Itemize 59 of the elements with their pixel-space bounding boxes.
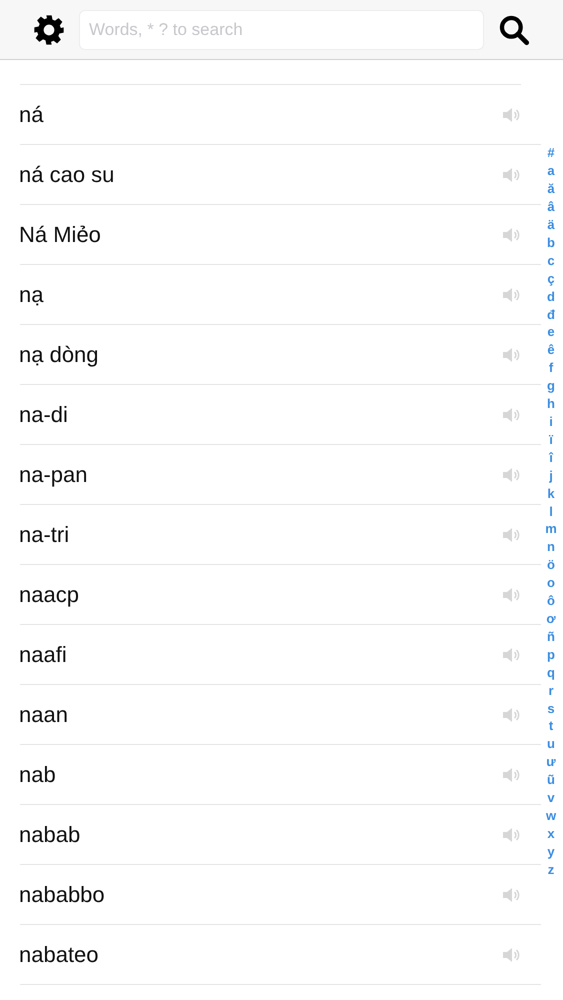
index-letter[interactable]: đ — [547, 306, 555, 324]
index-letter[interactable]: s — [547, 700, 555, 718]
index-letter[interactable]: ơ — [546, 610, 556, 628]
index-letter[interactable]: v — [547, 789, 555, 807]
word-entry[interactable]: nababbo — [19, 882, 105, 908]
word-entry[interactable]: ná cao su — [19, 162, 114, 188]
index-letter[interactable]: î — [549, 448, 553, 467]
index-letter[interactable]: z — [548, 860, 554, 879]
index-letter[interactable]: c — [547, 252, 555, 270]
index-letter[interactable]: ä — [547, 216, 555, 234]
word-entry[interactable]: na-di — [19, 402, 68, 428]
index-letter[interactable]: r — [548, 682, 554, 700]
index-letter[interactable]: y — [547, 842, 555, 861]
index-letter[interactable]: ũ — [547, 771, 555, 790]
settings-icon[interactable] — [33, 14, 65, 46]
index-letter[interactable]: ă — [547, 180, 555, 198]
word-entry[interactable]: ná — [19, 102, 44, 128]
index-letter[interactable]: i — [549, 413, 553, 431]
word-entry[interactable]: naacp — [19, 582, 79, 608]
index-letter[interactable]: ï — [549, 430, 553, 449]
index-letter[interactable]: h — [547, 395, 555, 414]
index-letter[interactable]: k — [547, 484, 555, 503]
index-letter[interactable]: o — [547, 574, 555, 592]
index-letter[interactable]: u — [547, 735, 555, 754]
word-entry[interactable]: nabab — [19, 822, 80, 848]
word-entry[interactable]: nabateo — [19, 942, 99, 968]
search-field[interactable]: Words, * ? to search — [79, 10, 484, 50]
index-letter[interactable]: e — [547, 323, 555, 342]
index-letter[interactable]: w — [546, 806, 556, 825]
word-entry[interactable]: naafi — [19, 642, 67, 668]
index-letter[interactable]: ư — [546, 753, 556, 772]
index-letter[interactable]: n — [547, 538, 555, 556]
index-letter[interactable]: b — [547, 234, 555, 252]
word-entry[interactable]: naan — [19, 702, 68, 728]
index-letter[interactable]: ö — [547, 556, 555, 574]
index-letter[interactable]: t — [548, 717, 554, 736]
index-letter[interactable]: ô — [547, 592, 555, 610]
word-entry[interactable]: na-tri — [19, 522, 70, 548]
index-letter[interactable]: # — [547, 144, 555, 162]
index-letter[interactable]: x — [547, 824, 555, 843]
index-letter[interactable]: m — [545, 520, 557, 538]
word-entry[interactable]: nạ — [19, 282, 44, 308]
word-entry[interactable]: na-pan — [19, 462, 88, 488]
word-entry[interactable]: nạ dòng — [19, 342, 99, 368]
index-letter[interactable]: f — [548, 359, 554, 378]
index-letter[interactable]: ê — [547, 341, 555, 360]
index-letter[interactable]: g — [547, 377, 555, 396]
index-letter[interactable]: p — [547, 646, 555, 664]
search-icon[interactable] — [498, 14, 530, 46]
word-entry[interactable]: nab — [19, 762, 56, 788]
index-letter[interactable]: j — [549, 466, 553, 485]
index-letter[interactable]: â — [547, 198, 555, 216]
index-letter[interactable]: d — [547, 288, 555, 306]
index-letter[interactable]: q — [547, 664, 555, 682]
word-entry[interactable]: Ná Miẻo — [19, 222, 101, 248]
index-letter[interactable]: ñ — [547, 628, 555, 646]
index-letter[interactable]: a — [547, 162, 555, 180]
index-letter[interactable]: l — [549, 502, 553, 520]
index-letter[interactable]: ç — [547, 270, 555, 288]
